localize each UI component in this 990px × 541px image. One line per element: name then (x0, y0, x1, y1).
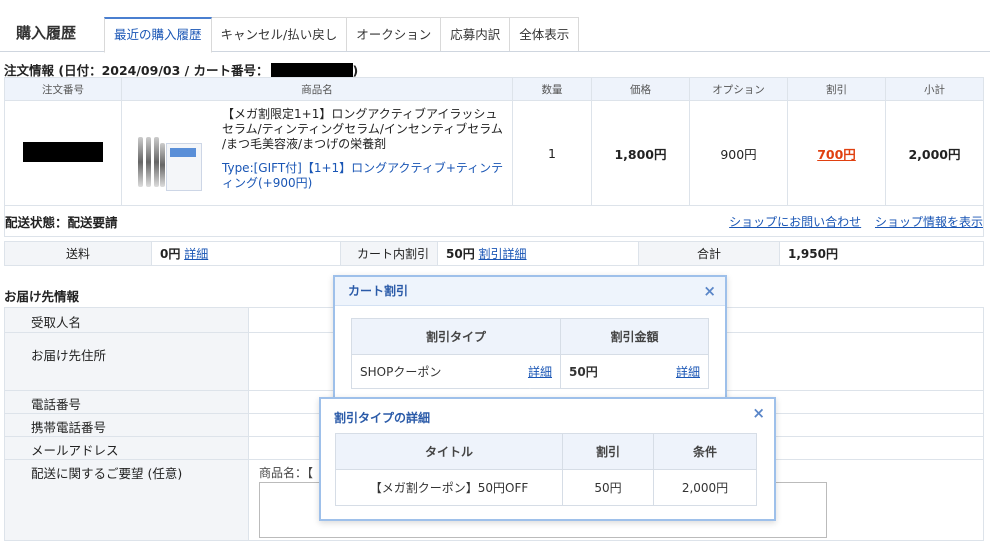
discount-amount-value: 50円 (569, 365, 598, 379)
shop-links: ショップにお問い合わせ ショップ情報を表示 (512, 205, 984, 237)
discount-type-value: SHOPクーポン (360, 365, 442, 379)
redacted-order-number (23, 141, 103, 162)
tab-cancel-refund[interactable]: キャンセル/払い戻し (210, 17, 348, 51)
delivery-request-label: 配送に関するご要望 (任意) (4, 459, 249, 541)
email-label: メールアドレス (4, 436, 249, 460)
product-name[interactable]: 【メガ割限定1+1】ロングアクティブアイラッシュセラム/ティンティングセラム/イ… (214, 101, 512, 152)
close-icon[interactable]: × (703, 277, 716, 305)
order-info-suffix: ) (352, 63, 359, 78)
discount-detail-popup-header: 割引タイプの詳細 × (321, 399, 774, 433)
quantity-value: 1 (512, 100, 592, 206)
address-label: お届け先住所 (4, 332, 249, 391)
recipient-name-label: 受取人名 (4, 307, 249, 333)
product-image[interactable] (132, 133, 204, 193)
total-value: 1,950円 (779, 241, 984, 266)
discount-type-header: 割引タイプ (351, 318, 561, 355)
shop-info-link[interactable]: ショップ情報を表示 (875, 215, 983, 229)
order-number-cell (4, 100, 122, 206)
product-type: Type:[GIFT付]【1+1】ロングアクティブ+ティンティング(+900円) (222, 161, 504, 190)
col-order-number: 注文番号 (4, 77, 122, 101)
shipping-fee-label: 送料 (4, 241, 152, 266)
cart-discount-cell: 50円 割引詳細 (437, 241, 639, 266)
cart-discount-value: 50円 (446, 247, 475, 261)
order-table: 注文番号 商品名 数量 価格 オプション 割引 小計 【メガ割限定1+1】ロング… (4, 77, 984, 237)
col-product-name: 商品名 (121, 77, 513, 101)
discount-link[interactable]: 700円 (817, 147, 856, 162)
discount-amount-cell: 50円 詳細 (560, 354, 709, 389)
close-icon[interactable]: × (752, 399, 765, 427)
cart-discount-label: カート内割引 (340, 241, 438, 266)
tab-entries[interactable]: 応募内訳 (440, 17, 511, 51)
detail-title-value: 【メガ割クーポン】50円OFF (335, 469, 563, 506)
discount-amount-detail-link[interactable]: 詳細 (676, 363, 700, 380)
order-info-prefix: 注文情報 (日付：2024/09/03 / カート番号： (4, 63, 269, 78)
table-row: 【メガ割限定1+1】ロングアクティブアイラッシュセラム/ティンティングセラム/イ… (4, 100, 984, 206)
phone-label: 電話番号 (4, 390, 249, 414)
detail-discount-value: 50円 (562, 469, 654, 506)
price-value: 1,800円 (591, 100, 690, 206)
shipping-status-row: 配送状態：配送要請 ショップにお問い合わせ ショップ情報を表示 (4, 205, 984, 237)
product-info-cell: 【メガ割限定1+1】ロングアクティブアイラッシュセラム/ティンティングセラム/イ… (214, 100, 513, 206)
tab-bar: 最近の購入履歴 キャンセル/払い戻し オークション 応募内訳 全体表示 (104, 17, 580, 53)
detail-condition-header: 条件 (653, 433, 757, 470)
tab-show-all[interactable]: 全体表示 (509, 17, 580, 51)
discount-cell: 700円 (787, 100, 886, 206)
total-label: 合計 (638, 241, 780, 266)
discount-type-detail-popup: 割引タイプの詳細 × タイトル 割引 条件 【メガ割クーポン】50円OFF 50… (319, 397, 776, 521)
col-option: オプション (689, 77, 788, 101)
table-row: SHOPクーポン 詳細 50円 詳細 (351, 354, 709, 389)
totals-table: 送料 0円 詳細 カート内割引 50円 割引詳細 合計 1,950円 (4, 241, 984, 266)
col-discount: 割引 (787, 77, 886, 101)
detail-condition-value: 2,000円 (653, 469, 757, 506)
discount-type-detail-link[interactable]: 詳細 (528, 363, 552, 380)
cart-discount-popup: カート割引 × 割引タイプ 割引金額 SHOPクーポン 詳細 50円 詳細 (333, 275, 727, 412)
table-row: 【メガ割クーポン】50円OFF 50円 2,000円 (335, 469, 757, 506)
col-subtotal: 小計 (885, 77, 984, 101)
detail-title-header: タイトル (335, 433, 563, 470)
detail-discount-header: 割引 (562, 433, 654, 470)
shipping-fee-cell: 0円 詳細 (151, 241, 341, 266)
discount-detail-link[interactable]: 割引詳細 (479, 247, 527, 261)
col-price: 価格 (591, 77, 690, 101)
option-value: 900円 (689, 100, 788, 206)
discount-type-cell: SHOPクーポン 詳細 (351, 354, 561, 389)
shipping-status: 配送状態：配送要請 (4, 205, 513, 237)
subtotal-value: 2,000円 (885, 100, 984, 206)
discount-amount-header: 割引金額 (560, 318, 709, 355)
redacted-cart-number (270, 63, 353, 77)
cart-discount-popup-title: カート割引 (348, 284, 409, 298)
shipping-detail-link[interactable]: 詳細 (184, 247, 208, 261)
tab-auction[interactable]: オークション (346, 17, 442, 51)
page-header: 購入履歴 最近の購入履歴 キャンセル/払い戻し オークション 応募内訳 全体表示 (0, 0, 990, 53)
mobile-label: 携帯電話番号 (4, 413, 249, 437)
col-quantity: 数量 (512, 77, 592, 101)
contact-shop-link[interactable]: ショップにお問い合わせ (729, 215, 861, 229)
tab-recent-purchases[interactable]: 最近の購入履歴 (104, 17, 212, 53)
request-product-prefix: 商品名：【 (259, 466, 314, 480)
discount-detail-table: タイトル 割引 条件 【メガ割クーポン】50円OFF 50円 2,000円 (335, 433, 757, 506)
page-title: 購入履歴 (16, 24, 77, 42)
delivery-section-title: お届け先情報 (4, 289, 80, 304)
product-image-cell (121, 100, 214, 206)
shipping-fee-value: 0円 (160, 247, 181, 261)
cart-discount-popup-header: カート割引 × (335, 277, 725, 306)
discount-detail-popup-title: 割引タイプの詳細 (334, 411, 431, 425)
cart-discount-table: 割引タイプ 割引金額 SHOPクーポン 詳細 50円 詳細 (351, 318, 709, 389)
